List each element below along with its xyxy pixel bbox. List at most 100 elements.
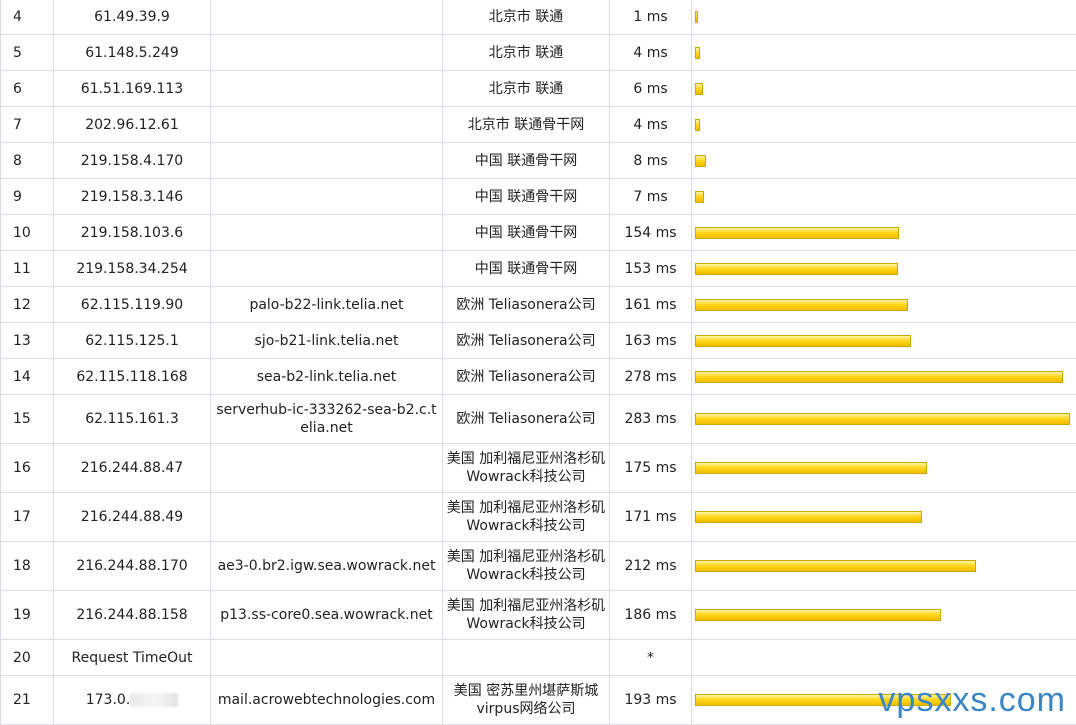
response-time-text: 163 ms — [624, 333, 676, 349]
table-row: 11219.158.34.254中国 联通骨干网153 ms — [1, 251, 1076, 287]
ip-address: 202.96.12.61 — [54, 107, 211, 143]
latency-bar — [695, 83, 703, 95]
table-row: 18 216.244.88.170 ae3-0.br2.igw.sea.wowrac… — [1, 542, 1076, 591]
hop-number-text: 14 — [13, 369, 31, 385]
response-time: 278 ms — [610, 359, 692, 395]
response-time: 1 ms — [610, 0, 692, 35]
hop-number-text: 4 — [13, 9, 22, 25]
response-time: 161 ms — [610, 287, 692, 323]
table-row: 19 216.244.88.158 p13.ss-core0.sea.wowrack… — [1, 591, 1076, 640]
hop-number: 8 — [1, 143, 54, 179]
ip-address-text: Request TimeOut — [72, 650, 193, 666]
hostname-text: sea-b2-link.telia.net — [257, 369, 396, 385]
location-text: 北京市 联通 — [489, 81, 563, 97]
latency-bar-cell — [692, 395, 1076, 444]
latency-bar-cell — [692, 444, 1076, 493]
ip-address-text: 62.115.119.90 — [81, 297, 183, 313]
latency-bar-cell — [692, 0, 1076, 35]
hop-number: 19 — [1, 591, 54, 640]
table-row: 7202.96.12.61北京市 联通骨干网4 ms — [1, 107, 1076, 143]
latency-bar-cell — [692, 143, 1076, 179]
location-text: 美国 加利福尼亚州洛杉矶Wowrack科技公司 — [447, 451, 605, 485]
location-text: 欧洲 Teliasonera公司 — [456, 333, 595, 349]
table-row: 20 Request TimeOut * — [1, 640, 1076, 676]
hop-number-text: 6 — [13, 81, 22, 97]
hostname-text: sjo-b21-link.telia.net — [255, 333, 399, 349]
location: 中国 联通骨干网 — [443, 179, 610, 215]
hostname: palo-b22-link.telia.net — [211, 287, 443, 323]
ip-address: 219.158.103.6 — [54, 215, 211, 251]
hostname — [211, 251, 443, 287]
ip-address-text: 219.158.4.170 — [81, 153, 183, 169]
ip-address-text: 219.158.34.254 — [76, 261, 187, 277]
response-time-text: 161 ms — [624, 297, 676, 313]
latency-bar-cell — [692, 640, 1076, 676]
ip-address: 62.115.161.3 — [54, 395, 211, 444]
latency-bar — [695, 299, 908, 311]
latency-bar — [695, 263, 898, 275]
latency-bar-cell — [692, 493, 1076, 542]
ip-address: 216.244.88.49 — [54, 493, 211, 542]
ip-address-text: 216.244.88.49 — [81, 509, 183, 525]
latency-bar-cell — [692, 359, 1076, 395]
table-row: 12 62.115.119.90 palo-b22-link.telia.net 欧洲… — [1, 287, 1076, 323]
hop-number: 5 — [1, 35, 54, 71]
ip-address: Request TimeOut — [54, 640, 211, 676]
response-time: 7 ms — [610, 179, 692, 215]
latency-bar-cell — [692, 591, 1076, 640]
latency-bar — [695, 155, 706, 167]
location: 中国 联通骨干网 — [443, 251, 610, 287]
ip-address: 219.158.4.170 — [54, 143, 211, 179]
location: 北京市 联通 — [443, 35, 610, 71]
hop-number-text: 17 — [13, 509, 31, 525]
location: 美国 加利福尼亚州洛杉矶Wowrack科技公司 — [443, 542, 610, 591]
ip-address: 219.158.3.146 — [54, 179, 211, 215]
hop-number-text: 9 — [13, 189, 22, 205]
latency-bar — [695, 191, 704, 203]
response-time: 8 ms — [610, 143, 692, 179]
hostname: p13.ss-core0.sea.wowrack.net — [211, 591, 443, 640]
hostname: sea-b2-link.telia.net — [211, 359, 443, 395]
ip-address-text: 216.244.88.170 — [76, 558, 187, 574]
hop-number: 14 — [1, 359, 54, 395]
hostname: mail.acrowebtechnologies.com — [211, 676, 443, 725]
location: 北京市 联通骨干网 — [443, 107, 610, 143]
hostname: sjo-b21-link.telia.net — [211, 323, 443, 359]
hop-number-text: 12 — [13, 297, 31, 313]
hop-number: 20 — [1, 640, 54, 676]
location-text: 欧洲 Teliasonera公司 — [456, 297, 595, 313]
latency-bar-cell — [692, 107, 1076, 143]
hop-number: 10 — [1, 215, 54, 251]
hop-number: 9 — [1, 179, 54, 215]
ip-address-text: 62.115.125.1 — [85, 333, 179, 349]
ip-address-text: 216.244.88.158 — [76, 607, 187, 623]
response-time-text: 1 ms — [633, 9, 667, 25]
response-time-text: * — [647, 650, 654, 666]
hostname: serverhub-ic-333262-sea-b2.c.telia.net — [211, 395, 443, 444]
ip-address: 216.244.88.158 — [54, 591, 211, 640]
response-time: 4 ms — [610, 35, 692, 71]
location-text: 北京市 联通 — [489, 9, 563, 25]
table-row: 561.148.5.249北京市 联通4 ms — [1, 35, 1076, 71]
hostname — [211, 107, 443, 143]
hop-number: 17 — [1, 493, 54, 542]
ip-address: 216.244.88.47 — [54, 444, 211, 493]
latency-bar-cell — [692, 542, 1076, 591]
response-time-text: 154 ms — [624, 225, 676, 241]
hop-number-text: 18 — [13, 558, 31, 574]
response-time-text: 171 ms — [624, 509, 676, 525]
ip-address: 219.158.34.254 — [54, 251, 211, 287]
table-row: 1562.115.161.3serverhub-ic-333262-sea-b2… — [1, 395, 1076, 444]
location: 欧洲 Teliasonera公司 — [443, 323, 610, 359]
hostname-text: ae3-0.br2.igw.sea.wowrack.net — [218, 558, 436, 574]
location-text: 北京市 联通骨干网 — [468, 117, 584, 133]
latency-bar — [695, 227, 899, 239]
ip-address: 61.49.39.9 — [54, 0, 211, 35]
hostname — [211, 0, 443, 35]
response-time-text: 8 ms — [633, 153, 667, 169]
response-time-text: 186 ms — [624, 607, 676, 623]
hop-number: 12 — [1, 287, 54, 323]
ip-address-text: 216.244.88.47 — [81, 460, 183, 476]
table-row: 17216.244.88.49美国 加利福尼亚州洛杉矶Wowrack科技公司17… — [1, 493, 1076, 542]
hostname — [211, 35, 443, 71]
